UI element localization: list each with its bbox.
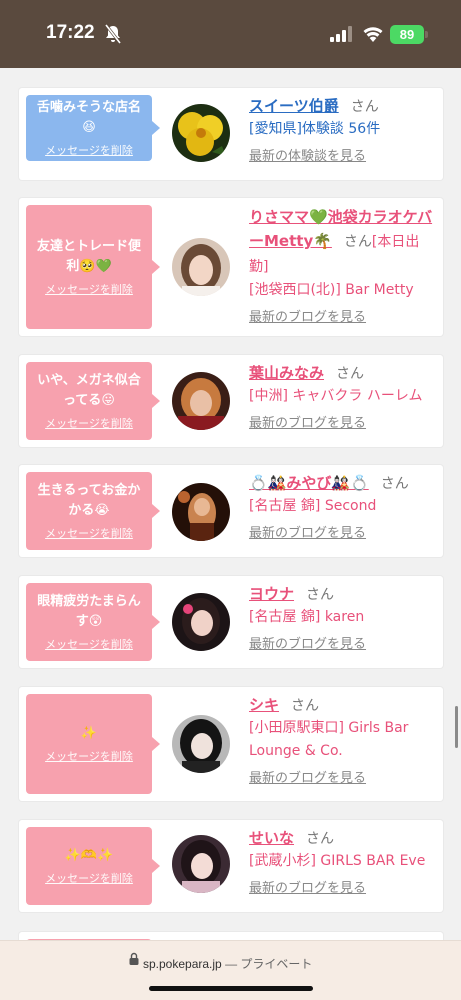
message-card: いや、メガネ似合ってる😛 メッセージを削除 葉山みなみ さん [中洲] キャバクラ… [19, 355, 443, 447]
view-latest-link[interactable]: 最新のブログを見る [249, 879, 435, 899]
user-name-link[interactable]: ヨウナ [249, 585, 294, 603]
view-latest-link[interactable]: 最新のブログを見る [249, 308, 435, 328]
honorific: さん [350, 99, 379, 115]
url-domain: sp.pokepara.jp [143, 957, 222, 971]
user-info: シキ さん [小田原駅東口] Girls Bar Lounge & Co. 最新の… [249, 694, 435, 789]
signal-icon [330, 26, 352, 42]
user-name-link[interactable]: スイーツ伯爵 [249, 97, 339, 115]
user-meta[interactable]: [愛知県]体験談 56件 [249, 118, 435, 141]
user-meta[interactable]: [小田原駅東口] Girls Bar Lounge & Co. [249, 717, 435, 763]
message-card: ✨🫶✨ メッセージを削除 せいな さん [武蔵小杉] GIRLS BAR Eve … [19, 820, 443, 912]
message-card-partial [19, 932, 443, 940]
user-meta[interactable]: [名古屋 錦] Second [249, 495, 435, 518]
delete-message-link[interactable]: メッセージを削除 [45, 748, 133, 764]
message-bubble: ✨ メッセージを削除 [26, 694, 160, 794]
delete-message-link[interactable]: メッセージを削除 [45, 870, 133, 886]
message-text: ✨ [80, 726, 98, 741]
view-latest-link[interactable]: 最新のブログを見る [249, 414, 435, 434]
user-meta[interactable]: [武蔵小杉] GIRLS BAR Eve [249, 850, 435, 873]
view-latest-link[interactable]: 最新のブログを見る [249, 635, 435, 655]
status-time: 17:22 [46, 22, 95, 43]
delete-message-link[interactable]: メッセージを削除 [45, 415, 133, 431]
view-latest-link[interactable]: 最新の体験談を見る [249, 147, 435, 167]
avatar[interactable] [172, 835, 230, 893]
avatar-image [172, 835, 230, 893]
avatar[interactable] [172, 372, 230, 430]
message-bubble: 生きるってお金かかる😭 メッセージを削除 [26, 472, 160, 550]
avatar-image [172, 104, 230, 162]
message-text: 舌噛みそうな店名😆 [36, 100, 141, 135]
wifi-icon [363, 27, 383, 42]
honorific: さん [380, 476, 409, 492]
status-bar: 17:22 89 [0, 0, 461, 68]
user-meta[interactable]: [名古屋 錦] karen [249, 606, 435, 629]
scrollbar-thumb[interactable] [455, 706, 458, 748]
message-card: 舌噛みそうな店名😆 メッセージを削除 スイーツ伯爵 さん [愛知県]体験談 56件… [19, 88, 443, 180]
user-info: スイーツ伯爵 さん [愛知県]体験談 56件 最新の体験談を見る [249, 95, 435, 167]
user-info: りさママ💚池袋カラオケバーMetty🌴 さん[本日出勤] [池袋西口(北)] Ba… [249, 205, 435, 328]
message-list[interactable]: 舌噛みそうな店名😆 メッセージを削除 スイーツ伯爵 さん [愛知県]体験談 56件… [0, 68, 461, 940]
battery-indicator: 89 [390, 25, 424, 44]
message-text: ✨🫶✨ [64, 848, 114, 863]
lock-icon [129, 952, 139, 965]
avatar-image [172, 715, 230, 773]
delete-message-link[interactable]: メッセージを削除 [45, 142, 133, 158]
user-name-link[interactable]: シキ [249, 696, 279, 714]
user-info: 葉山みなみ さん [中洲] キャバクラ ハーレム 最新のブログを見る [249, 362, 435, 434]
user-name-link[interactable]: せいな [249, 829, 294, 847]
user-meta[interactable]: [中洲] キャバクラ ハーレム [249, 385, 435, 408]
avatar[interactable] [172, 104, 230, 162]
message-text: 友達とトレード便利🥺💚 [36, 239, 141, 274]
honorific: さん [343, 234, 372, 250]
message-text: 眼精疲労たまらんす😲 [37, 594, 141, 629]
message-card: ✨ メッセージを削除 シキ さん [小田原駅東口] Girls Bar Loung… [19, 687, 443, 801]
avatar[interactable] [172, 715, 230, 773]
bell-muted-icon [104, 24, 122, 44]
battery-nub [425, 31, 428, 38]
user-info: せいな さん [武蔵小杉] GIRLS BAR Eve 最新のブログを見る [249, 827, 435, 899]
message-bubble: 友達とトレード便利🥺💚 メッセージを削除 [26, 205, 160, 329]
message-bubble: ✨🫶✨ メッセージを削除 [26, 827, 160, 905]
user-name-link[interactable]: 💍🎎みやび🎎💍 [249, 474, 369, 492]
message-bubble: 眼精疲労たまらんす😲 メッセージを削除 [26, 583, 160, 661]
honorific: さん [306, 587, 335, 603]
view-latest-link[interactable]: 最新のブログを見る [249, 769, 435, 789]
honorific: さん [336, 366, 365, 382]
user-meta[interactable]: [池袋西口(北)] Bar Metty [249, 279, 435, 302]
message-card: 友達とトレード便利🥺💚 メッセージを削除 りさママ💚池袋カラオケバーMetty🌴… [19, 198, 443, 336]
avatar-image [172, 593, 230, 651]
message-bubble: いや、メガネ似合ってる😛 メッセージを削除 [26, 362, 160, 440]
delete-message-link[interactable]: メッセージを削除 [45, 281, 133, 297]
browser-url-bar[interactable]: sp.pokepara.jp — プライベート [0, 940, 461, 1000]
avatar-image [172, 372, 230, 430]
user-name-link[interactable]: 葉山みなみ [249, 364, 324, 382]
message-card: 生きるってお金かかる😭 メッセージを削除 💍🎎みやび🎎💍 さん [名古屋 錦] S… [19, 465, 443, 557]
avatar[interactable] [172, 238, 230, 296]
message-card: 眼精疲労たまらんす😲 メッセージを削除 ヨウナ さん [名古屋 錦] karen … [19, 576, 443, 668]
message-text: いや、メガネ似合ってる😛 [37, 373, 141, 408]
delete-message-link[interactable]: メッセージを削除 [45, 636, 133, 652]
home-indicator[interactable] [149, 986, 313, 991]
honorific: さん [291, 698, 320, 714]
delete-message-link[interactable]: メッセージを削除 [45, 525, 133, 541]
message-text: 生きるってお金かかる😭 [37, 483, 141, 518]
user-info: ヨウナ さん [名古屋 錦] karen 最新のブログを見る [249, 583, 435, 655]
url-text[interactable]: sp.pokepara.jp — プライベート [143, 955, 312, 972]
message-bubble: 舌噛みそうな店名😆 メッセージを削除 [26, 95, 160, 161]
avatar[interactable] [172, 593, 230, 651]
avatar[interactable] [172, 483, 230, 541]
honorific: さん [306, 831, 335, 847]
user-info: 💍🎎みやび🎎💍 さん [名古屋 錦] Second 最新のブログを見る [249, 472, 435, 544]
view-latest-link[interactable]: 最新のブログを見る [249, 524, 435, 544]
private-browsing-label: プライベート [240, 957, 313, 971]
url-separator: — [221, 957, 241, 971]
avatar-image [172, 483, 230, 541]
avatar-image [172, 238, 230, 296]
